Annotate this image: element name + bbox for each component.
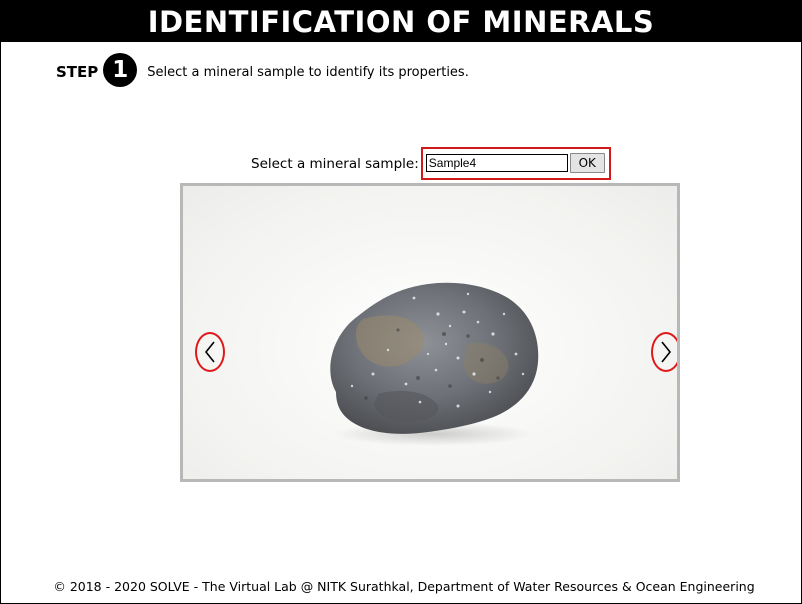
previous-sample-button[interactable] <box>195 332 225 372</box>
ok-button[interactable]: OK <box>569 153 605 173</box>
step-instruction-text: Select a mineral sample to identify its … <box>147 64 469 80</box>
page-title: IDENTIFICATION OF MINERALS <box>0 0 802 42</box>
sample-selector-row: Select a mineral sample: OK <box>251 145 611 181</box>
mineral-sample-image <box>330 282 539 446</box>
footer-copyright: © 2018 - 2020 SOLVE - The Virtual Lab @ … <box>53 579 755 594</box>
step-label: STEP <box>56 63 99 81</box>
chevron-right-icon <box>661 341 672 363</box>
sample-input[interactable] <box>425 154 568 172</box>
sample-selector-highlight: OK <box>420 146 611 180</box>
chevron-left-icon <box>204 341 215 363</box>
next-sample-button[interactable] <box>651 332 677 372</box>
sample-selector-label: Select a mineral sample: <box>251 156 419 172</box>
step-number-badge: 1 <box>103 53 138 87</box>
step-instruction-row: STEP 1 Select a mineral sample to identi… <box>56 53 469 88</box>
footer: © 2018 - 2020 SOLVE - The Virtual Lab @ … <box>0 579 802 594</box>
sample-image-viewer <box>180 183 680 482</box>
